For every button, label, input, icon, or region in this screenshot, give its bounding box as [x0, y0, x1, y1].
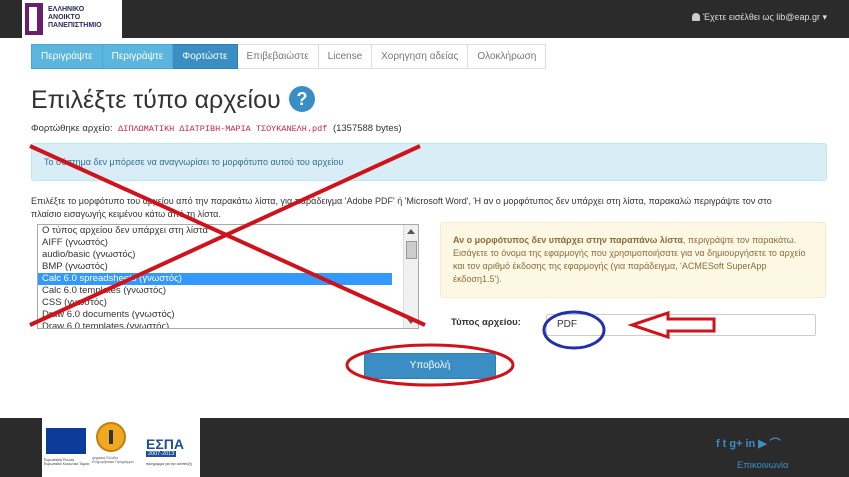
format-option[interactable]: CSS (γνωστός) — [38, 297, 392, 309]
social-links: f t g+ in ▶ ⌒ — [716, 437, 781, 451]
twitter-icon[interactable]: t — [723, 437, 727, 451]
format-select-list[interactable]: Ο τύπος αρχείου δεν υπάρχει στη λίστα AIF… — [37, 224, 419, 329]
user-menu[interactable]: Έχετε εισέλθει ως lib@eap.gr ▾ — [691, 12, 827, 23]
rss-icon[interactable]: ⌒ — [770, 437, 781, 451]
digital-greece-caption: ψηφιακή Ελλάδα Επιχειρησιακό Πρόγραμμα — [92, 456, 134, 464]
eu-flag-logo — [46, 428, 86, 454]
tab-grant-license[interactable]: Χορηγηση αδείας — [372, 44, 469, 69]
alert-message: Το σύστημα δεν μπόρεσε να αναγνωρίσει το… — [44, 157, 344, 167]
submission-steps: Περιγράψτε Περιγράψτε Φορτώστε Επιβεβαιώ… — [31, 44, 547, 69]
format-option[interactable]: audio/basic (γνωστός) — [38, 249, 392, 261]
format-option[interactable]: Calc 6.0 spreadsheets (γνωστός) — [38, 273, 392, 285]
university-logo[interactable]: ΕΛΛΗΝΙΚΟ ΑΝΟΙΚΤΟ ΠΑΝΕΠΙΣΤΗΜΙΟ — [22, 0, 122, 38]
sponsor-logos: Ευρωπαϊκή Ένωση Ευρωπαϊκό Κοινωνικό Ταμε… — [42, 418, 200, 477]
format-option[interactable]: BMP (γνωστός) — [38, 261, 392, 273]
tab-upload[interactable]: Φορτώστε — [173, 44, 238, 69]
digital-greece-logo — [96, 422, 126, 452]
help-icon[interactable]: ? — [289, 86, 315, 112]
format-options: Ο τύπος αρχείου δεν υπάρχει στη λίστα AIF… — [38, 225, 392, 328]
format-option[interactable]: AIFF (γνωστός) — [38, 237, 392, 249]
scroll-down-icon[interactable] — [407, 319, 415, 324]
logo-line-1: ΕΛΛΗΝΙΚΟ — [48, 6, 85, 13]
warning-bold: Αν ο μορφότυπος δεν υπάρχει στην παραπάν… — [453, 235, 683, 245]
submit-button[interactable]: Υποβολή — [364, 353, 496, 379]
filetype-label: Τύπος αρχείου: — [451, 317, 521, 328]
format-unrecognized-alert: Το σύστημα δεν μπόρεσε να αναγνωρίσει το… — [31, 143, 827, 181]
format-option[interactable]: Draw 6.0 templates (γνωστός) — [38, 321, 392, 328]
format-option[interactable]: Ο τύπος αρχείου δεν υπάρχει στη λίστα — [38, 225, 392, 237]
tab-complete[interactable]: Ολοκλήρωση — [468, 44, 547, 69]
logo-line-3: ΠΑΝΕΠΙΣΤΗΜΙΟ — [48, 22, 102, 29]
tab-describe-2[interactable]: Περιγράψτε — [102, 44, 174, 69]
contact-link[interactable]: Επικοινωνία — [737, 460, 789, 471]
eu-caption: Ευρωπαϊκή Ένωση Ευρωπαϊκό Κοινωνικό Ταμε… — [44, 458, 90, 466]
format-option[interactable]: Calc 6.0 templates (γνωστός) — [38, 285, 392, 297]
logo-mark — [25, 3, 43, 35]
logo-text: ΕΛΛΗΝΙΚΟ ΑΝΟΙΚΤΟ ΠΑΝΕΠΙΣΤΗΜΙΟ — [48, 6, 102, 30]
facebook-icon[interactable]: f — [716, 437, 720, 451]
format-option[interactable]: Draw 6.0 documents (γνωστός) — [38, 309, 392, 321]
login-text: Έχετε εισέλθει ως lib@eap.gr — [702, 12, 820, 22]
uploaded-label: Φορτώθηκε αρχείο: — [31, 123, 113, 134]
tab-verify[interactable]: Επιβεβαιώστε — [237, 44, 319, 69]
tab-describe-1[interactable]: Περιγράψτε — [31, 44, 103, 69]
youtube-icon[interactable]: ▶ — [758, 437, 766, 451]
tab-license[interactable]: License — [318, 44, 373, 69]
filetype-input[interactable]: PDF — [546, 314, 816, 336]
list-scrollbar[interactable] — [403, 225, 418, 328]
espa-logo: ΕΣΠΑ — [146, 436, 184, 452]
uploaded-filename: ΔΙΠΛΩΜΑΤΙΚΗ ΔΙΑΤΡΙΒΗ-ΜΑΡΙΑ ΤΣΟΥΚΑΝΕΛΗ.pd… — [118, 124, 328, 134]
uploaded-file-info: Φορτώθηκε αρχείο: ΔΙΠΛΩΜΑΤΙΚΗ ΔΙΑΤΡΙΒΗ-Μ… — [31, 123, 402, 134]
logo-line-2: ΑΝΟΙΚΤΟ — [48, 14, 81, 21]
page-title: Επιλέξτε τύπο αρχείου — [31, 86, 281, 114]
scroll-up-icon[interactable] — [407, 229, 415, 234]
user-icon — [691, 13, 700, 21]
espa-caption: πρόγραμμα για την ανάπτυξη — [146, 462, 192, 466]
linkedin-icon[interactable]: in — [746, 437, 756, 451]
format-not-listed-warning: Αν ο μορφότυπος δεν υπάρχει στην παραπάν… — [440, 222, 826, 298]
uploaded-size: (1357588 bytes) — [332, 123, 402, 134]
googleplus-icon[interactable]: g+ — [729, 437, 742, 451]
espa-years: 2007-2013 — [146, 451, 177, 457]
scroll-thumb[interactable] — [406, 241, 417, 259]
caret-down-icon: ▾ — [822, 12, 827, 22]
format-instructions: Επιλέξτε το μορφότυπο του αρχείου από τη… — [31, 196, 772, 219]
